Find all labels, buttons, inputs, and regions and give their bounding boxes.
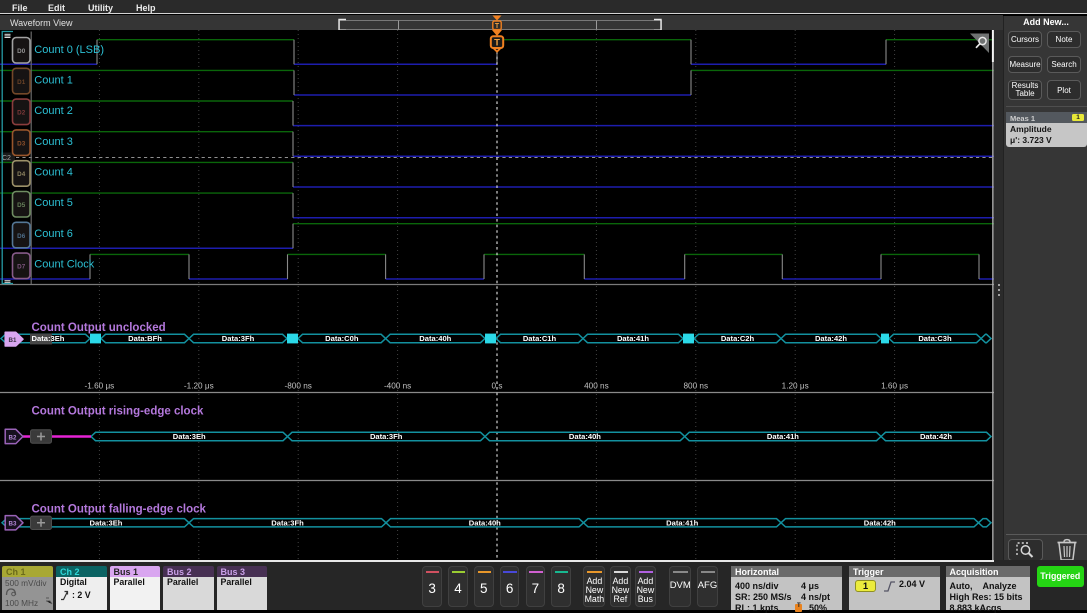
svg-text:Data:3Eh: Data:3Eh	[90, 518, 123, 527]
svg-text:Data:C3h: Data:C3h	[918, 334, 952, 343]
svg-text:-800 ns: -800 ns	[285, 382, 312, 391]
svg-text:Count 0 (LSB): Count 0 (LSB)	[34, 44, 104, 56]
svg-text:Data:40h: Data:40h	[569, 432, 601, 441]
svg-text:T: T	[494, 37, 500, 48]
svg-text:Data:3Fh: Data:3Fh	[370, 432, 403, 441]
svg-text:D4: D4	[17, 171, 26, 178]
svg-text:400 ns: 400 ns	[584, 382, 609, 391]
svg-text:Count 2: Count 2	[34, 105, 73, 117]
svg-text:1.60 μs: 1.60 μs	[881, 382, 908, 391]
svg-text:B2: B2	[9, 434, 17, 441]
svg-text:Data:C2h: Data:C2h	[721, 334, 755, 343]
svg-text:0 s: 0 s	[492, 382, 503, 391]
svg-text:D2: D2	[17, 110, 26, 117]
svg-text:Count Output rising-edge clock: Count Output rising-edge clock	[32, 406, 204, 418]
svg-text:Data:3Eh: Data:3Eh	[32, 334, 65, 343]
svg-text:800 ns: 800 ns	[684, 382, 709, 391]
svg-text:Data:42h: Data:42h	[920, 432, 952, 441]
svg-text:B1: B1	[9, 337, 17, 344]
svg-text:Data:41h: Data:41h	[666, 518, 698, 527]
svg-text:1.20 μs: 1.20 μs	[782, 382, 809, 391]
svg-text:Data:41h: Data:41h	[767, 432, 799, 441]
svg-text:Count 3: Count 3	[34, 136, 73, 148]
svg-text:Data:41h: Data:41h	[617, 334, 649, 343]
svg-text:D3: D3	[17, 140, 26, 147]
svg-text:Count Output unclocked: Count Output unclocked	[32, 322, 166, 334]
svg-text:Count Clock: Count Clock	[34, 259, 94, 271]
svg-text:Count Output falling-edge cloc: Count Output falling-edge clock	[32, 504, 207, 516]
svg-text:Count 1: Count 1	[34, 75, 73, 87]
svg-text:Data:BFh: Data:BFh	[128, 334, 162, 343]
svg-text:Data:42h: Data:42h	[815, 334, 847, 343]
svg-text:-1.20 μs: -1.20 μs	[184, 382, 214, 391]
svg-text:D5: D5	[17, 202, 26, 209]
svg-text:D0: D0	[17, 48, 26, 55]
svg-text:Data:C1h: Data:C1h	[523, 334, 557, 343]
svg-text:Data:40h: Data:40h	[469, 518, 501, 527]
svg-text:Data:3Fh: Data:3Fh	[271, 518, 304, 527]
svg-text:-1.60 μs: -1.60 μs	[85, 382, 115, 391]
svg-text:Count 4: Count 4	[34, 167, 73, 179]
svg-text:Count 5: Count 5	[34, 197, 73, 209]
svg-text:C2: C2	[2, 155, 11, 162]
svg-text:B3: B3	[9, 521, 17, 528]
svg-text:Data:3Eh: Data:3Eh	[173, 432, 206, 441]
svg-text:Data:3Fh: Data:3Fh	[222, 334, 255, 343]
svg-text:D1: D1	[17, 79, 26, 86]
svg-text:D6: D6	[17, 233, 26, 240]
svg-text:T: T	[495, 23, 500, 30]
svg-text:Data:C0h: Data:C0h	[325, 334, 359, 343]
svg-text:D7: D7	[17, 264, 26, 271]
svg-text:Data:42h: Data:42h	[864, 518, 896, 527]
svg-text:Data:40h: Data:40h	[419, 334, 451, 343]
svg-text:-400 ns: -400 ns	[384, 382, 411, 391]
svg-text:Count 6: Count 6	[34, 228, 73, 240]
